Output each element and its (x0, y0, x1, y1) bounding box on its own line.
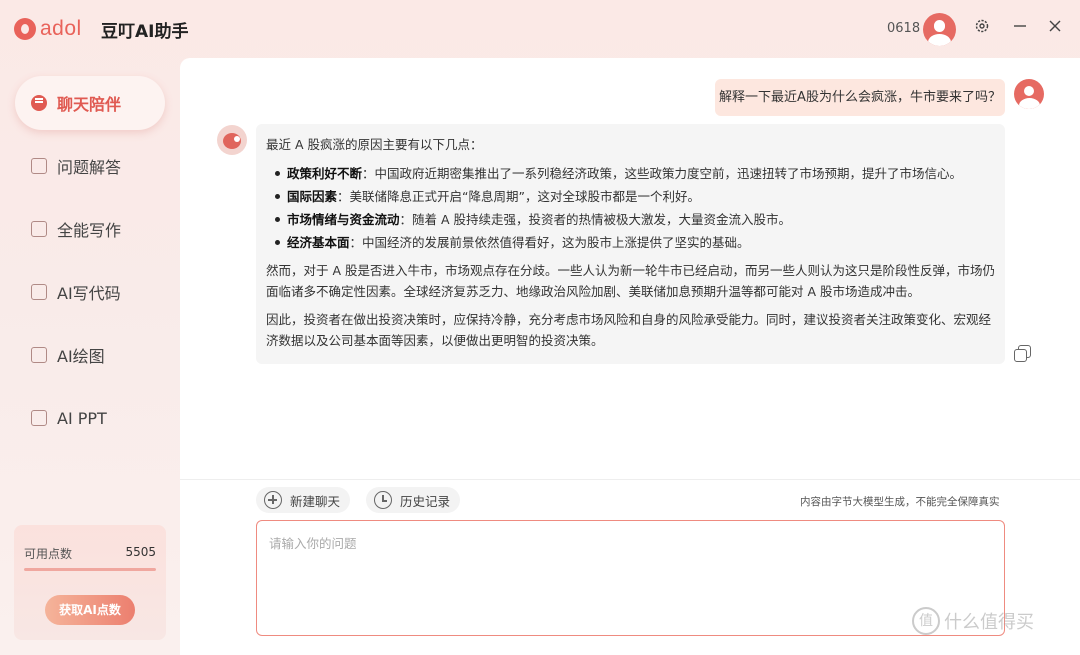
new-chat-button[interactable]: 新建聊天 (256, 487, 351, 513)
pen-document-icon (31, 221, 47, 237)
sidebar-item-label: 全能写作 (57, 221, 122, 240)
sidebar-item-code[interactable]: AI写代码 (15, 265, 165, 319)
sidebar-item-label: AI PPT (57, 408, 107, 428)
list-item: 国际因素：美联储降息正式开启“降息周期”，这对全球股市都是一个利好。 (272, 185, 995, 208)
watermark-logo: 值 (912, 607, 940, 635)
sidebar-item-label: AI写代码 (57, 284, 121, 303)
sidebar-item-ppt[interactable]: AI PPT (15, 391, 165, 445)
plus-icon (264, 491, 282, 509)
points-value: 5505 (125, 545, 156, 559)
points-progress-fill (24, 568, 156, 571)
assistant-paragraph: 然而，对于 A 股是否进入牛市，市场观点存在分歧。一些人认为新一轮牛市已经启动，… (266, 263, 996, 299)
code-icon (31, 284, 47, 300)
sidebar-item-writing[interactable]: 全能写作 (15, 202, 165, 256)
points-label: 可用点数 (24, 547, 73, 561)
chat-panel: 解释一下最近A股为什么会疯涨，牛市要来了吗？ 最近 A 股疯涨的原因主要有以下几… (180, 58, 1080, 655)
title-bar: adol 豆叮AI助手 0618 (0, 0, 1080, 58)
points-progress-bar (24, 568, 156, 571)
list-item: 市场情绪与资金流动：随着 A 股持续走强，投资者的热情被极大激发，大量资金流入股… (272, 208, 995, 231)
app-logo: adol (14, 17, 82, 41)
sidebar-item-qa[interactable]: 问题解答 (15, 139, 165, 193)
get-points-button[interactable]: 获取AI点数 (45, 595, 135, 625)
document-list-icon (31, 158, 47, 174)
image-icon (31, 347, 47, 363)
assistant-intro: 最近 A 股疯涨的原因主要有以下几点： (266, 137, 483, 152)
sidebar-item-label: AI绘图 (57, 347, 105, 366)
minimize-icon[interactable] (1010, 18, 1030, 38)
copy-icon[interactable] (1014, 345, 1031, 362)
user-avatar[interactable] (923, 13, 956, 46)
question-input[interactable] (256, 520, 1005, 636)
list-item: 政策利好不断：中国政府近期密集推出了一系列稳经济政策，这些政策力度空前，迅速扭转… (272, 162, 995, 185)
divider (180, 479, 1080, 480)
history-label: 历史记录 (400, 493, 451, 509)
ppt-file-icon (31, 410, 47, 426)
history-button[interactable]: 历史记录 (366, 487, 461, 513)
sidebar-item-chat[interactable]: 聊天陪伴 (15, 76, 165, 130)
logo-icon (14, 18, 36, 40)
assistant-paragraph: 因此，投资者在做出投资决策时，应保持冷静，充分考虑市场风险和自身的风险承受能力。… (266, 312, 992, 348)
user-message-avatar (1014, 79, 1044, 109)
points-card: 可用点数 5505 获取AI点数 (14, 525, 166, 640)
clock-icon (374, 491, 392, 509)
user-message: 解释一下最近A股为什么会疯涨，牛市要来了吗？ (715, 79, 1005, 116)
disclaimer-text: 内容由字节大模型生成，不能完全保障真实 (800, 496, 1000, 508)
logo-text: adol (40, 17, 82, 40)
assistant-bullet-list: 政策利好不断：中国政府近期密集推出了一系列稳经济政策，这些政策力度空前，迅速扭转… (272, 162, 995, 254)
gear-icon[interactable] (972, 18, 992, 38)
app-title: 豆叮AI助手 (101, 22, 189, 42)
sidebar: 聊天陪伴 问题解答 全能写作 AI写代码 AI绘图 AI PPT 可用点数 55… (0, 58, 180, 655)
new-chat-label: 新建聊天 (290, 493, 341, 509)
chat-bubble-icon (31, 95, 47, 111)
sidebar-item-drawing[interactable]: AI绘图 (15, 328, 165, 382)
sidebar-item-label: 聊天陪伴 (57, 95, 122, 114)
watermark: 值 什么值得买 (912, 607, 1034, 635)
watermark-text: 什么值得买 (944, 612, 1034, 633)
close-icon[interactable] (1045, 18, 1065, 38)
sidebar-item-label: 问题解答 (57, 158, 122, 177)
assistant-avatar (217, 125, 247, 155)
user-id: 0618 (887, 21, 921, 36)
list-item: 经济基本面：中国经济的发展前景依然值得看好，这为股市上涨提供了坚实的基础。 (272, 231, 995, 254)
assistant-message: 最近 A 股疯涨的原因主要有以下几点： 政策利好不断：中国政府近期密集推出了一系… (256, 124, 1005, 364)
